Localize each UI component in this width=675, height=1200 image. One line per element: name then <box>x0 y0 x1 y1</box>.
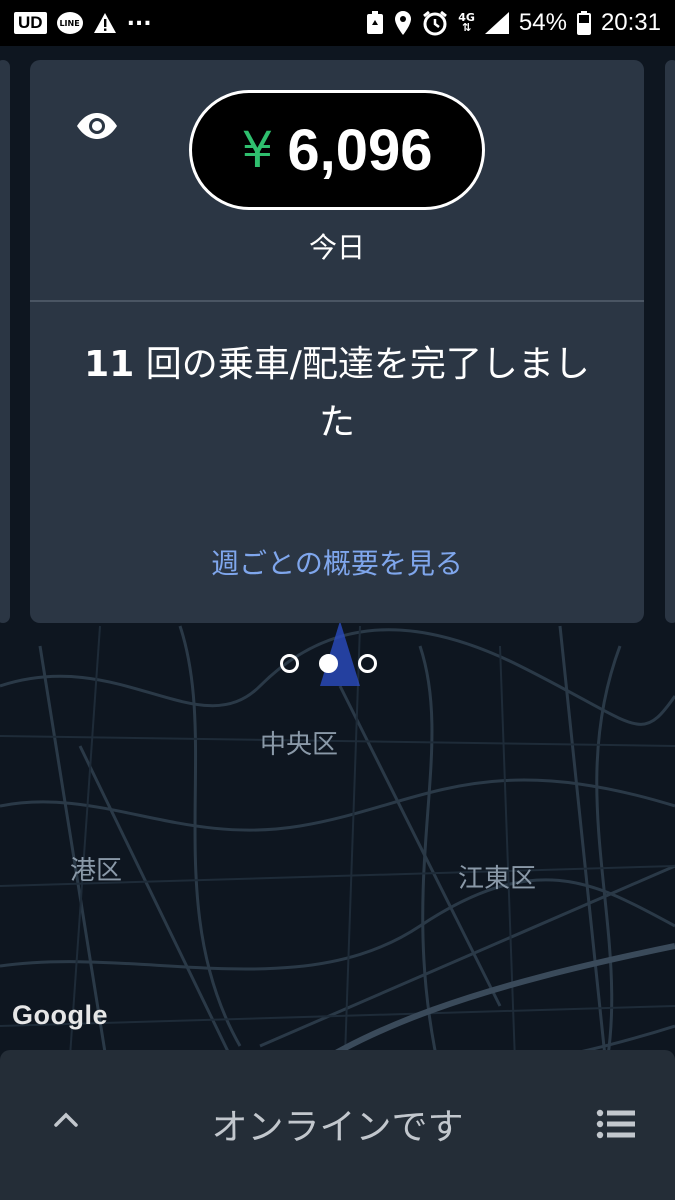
earnings-total[interactable]: ¥ 6,096 <box>189 90 485 210</box>
trip-summary: 11 回の乗車/配達を完了しました <box>80 336 594 452</box>
trip-summary-text: 回の乗車/配達を完了しました <box>134 344 590 443</box>
more-notifications: ... <box>126 6 152 31</box>
map-label-minato: 港区 <box>70 856 123 886</box>
period-label: 今日 <box>308 231 365 264</box>
bottom-status-bar[interactable]: オンラインです <box>0 1050 675 1200</box>
location-icon <box>394 11 412 35</box>
pager-dot[interactable] <box>358 654 377 673</box>
network-type: 4G ⇅ <box>458 11 475 34</box>
battery-icon <box>576 11 591 35</box>
eye-icon[interactable] <box>76 112 118 144</box>
ud-app-icon: UD <box>14 12 47 34</box>
earnings-card[interactable]: ¥ 6,096 今日 11 回の乗車/配達を完了しました 週ごとの概要を見る <box>30 60 644 623</box>
card-divider <box>30 300 644 302</box>
pager-dot-active[interactable] <box>319 654 338 673</box>
alarm-icon <box>422 10 448 36</box>
earnings-amount: 6,096 <box>287 117 433 183</box>
currency-symbol: ¥ <box>241 121 274 179</box>
warning-icon <box>93 12 117 34</box>
line-app-icon: LINE <box>56 12 83 34</box>
card-pager <box>280 654 377 673</box>
next-card-peek[interactable] <box>665 60 675 623</box>
pager-dot[interactable] <box>280 654 299 673</box>
battery-saver-icon <box>366 11 384 35</box>
clock: 20:31 <box>600 9 661 36</box>
signal-icon <box>484 12 509 34</box>
list-menu-icon[interactable] <box>596 1108 636 1144</box>
trip-count: 11 <box>84 344 135 385</box>
previous-card-peek[interactable] <box>0 60 10 623</box>
battery-percent: 54% <box>518 9 567 36</box>
map-label-chuo: 中央区 <box>260 730 339 760</box>
status-bar: UD LINE ... 4G ⇅ 54% 20:31 <box>0 0 675 46</box>
google-attribution: Google <box>12 1000 108 1030</box>
map-label-koto: 江東区 <box>458 864 537 894</box>
weekly-summary-link[interactable]: 週ごとの概要を見る <box>30 542 644 582</box>
online-status: オンラインです <box>211 1107 464 1148</box>
